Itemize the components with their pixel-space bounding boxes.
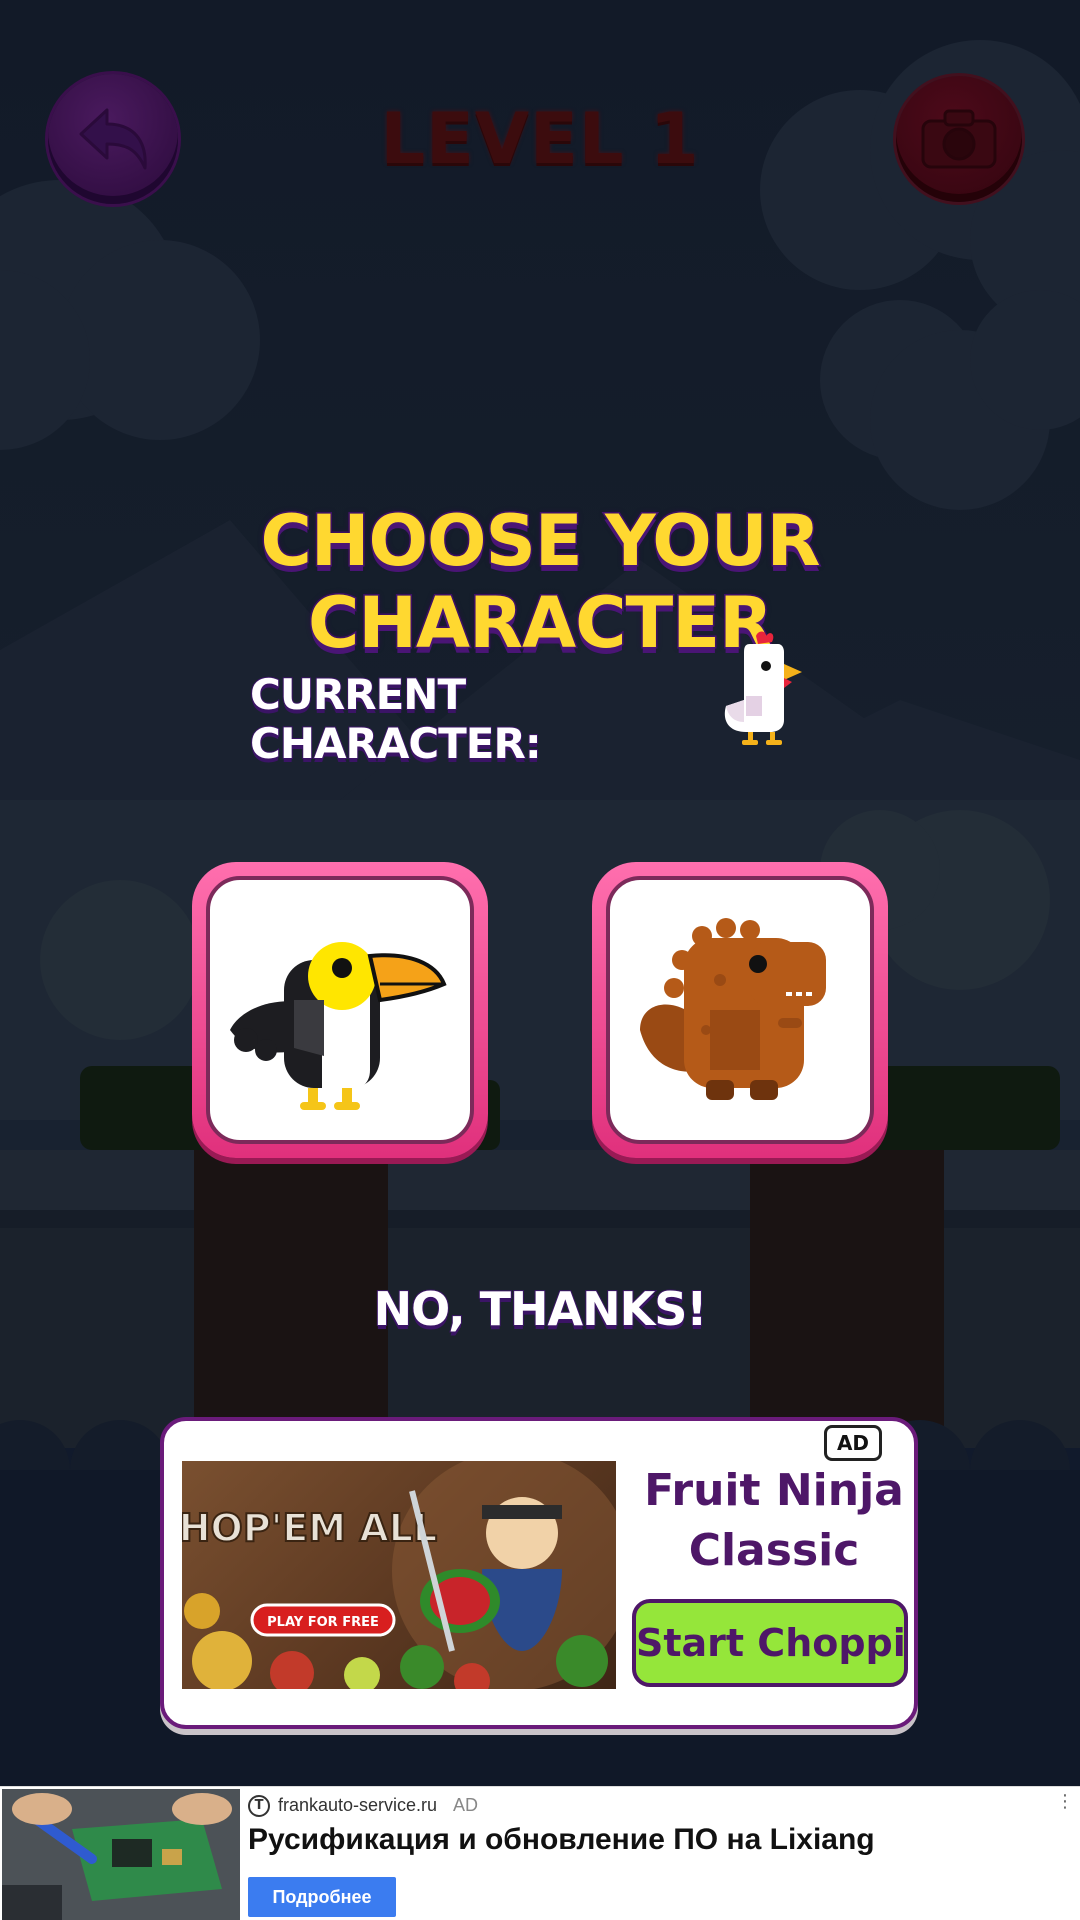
camera-button[interactable] [896, 76, 1022, 202]
ad-banner[interactable]: AD CHOP'EM ALL PLAY FOR FREE Fruit Ninja… [160, 1417, 918, 1729]
ad-image-button: PLAY FOR FREE [267, 1615, 379, 1630]
choose-character-title: CHOOSE YOUR CHARACTER [259, 499, 822, 666]
ad-app-name: Fruit Ninja Classic [644, 1465, 904, 1576]
toucan-card-face [206, 876, 474, 1144]
more-options-icon[interactable]: ⋮ [1056, 1793, 1074, 1811]
ad-image-headline: CHOP'EM ALL [182, 1506, 437, 1550]
back-button[interactable] [48, 74, 178, 204]
current-character-label: CURRENT CHARACTER: [249, 669, 543, 769]
back-arrow-icon [79, 108, 147, 170]
learn-more-button[interactable]: Подробнее [248, 1877, 396, 1917]
toucan-icon [230, 942, 447, 1110]
chicken-icon [724, 631, 802, 745]
character-option-dinosaur[interactable] [592, 862, 888, 1158]
character-option-toucan[interactable] [192, 862, 488, 1158]
ad-image[interactable]: CHOP'EM ALL PLAY FOR FREE [182, 1461, 616, 1689]
circuit-board-photo [2, 1789, 240, 1920]
bottom-ad-headline[interactable]: Русификация и обновление ПО на Lixiang [248, 1823, 1068, 1857]
dinosaur-icon [640, 918, 826, 1100]
level-title: LEVEL 1 [380, 98, 700, 180]
ad-badge: AD [824, 1425, 882, 1461]
bottom-ad-image[interactable] [2, 1789, 240, 1920]
start-chopping-button[interactable]: Start Chopping [632, 1599, 908, 1687]
bottom-ad-banner[interactable]: Т frankauto-service.ru AD ⋮ Русификация … [0, 1786, 1080, 1920]
ad-label: AD [453, 1795, 479, 1815]
no-thanks-button[interactable]: NO, THANKS! [340, 1281, 740, 1337]
fruit-ninja-artwork: CHOP'EM ALL PLAY FOR FREE [182, 1461, 616, 1689]
advertiser-icon: Т [248, 1795, 270, 1817]
camera-icon [921, 109, 997, 169]
game-screen: LEVEL 1 CHOOSE YOUR CHARACTER CURRENT CH… [0, 0, 1080, 1920]
advertiser-domain[interactable]: frankauto-service.ru [278, 1795, 437, 1816]
dinosaur-card-face [606, 876, 874, 1144]
